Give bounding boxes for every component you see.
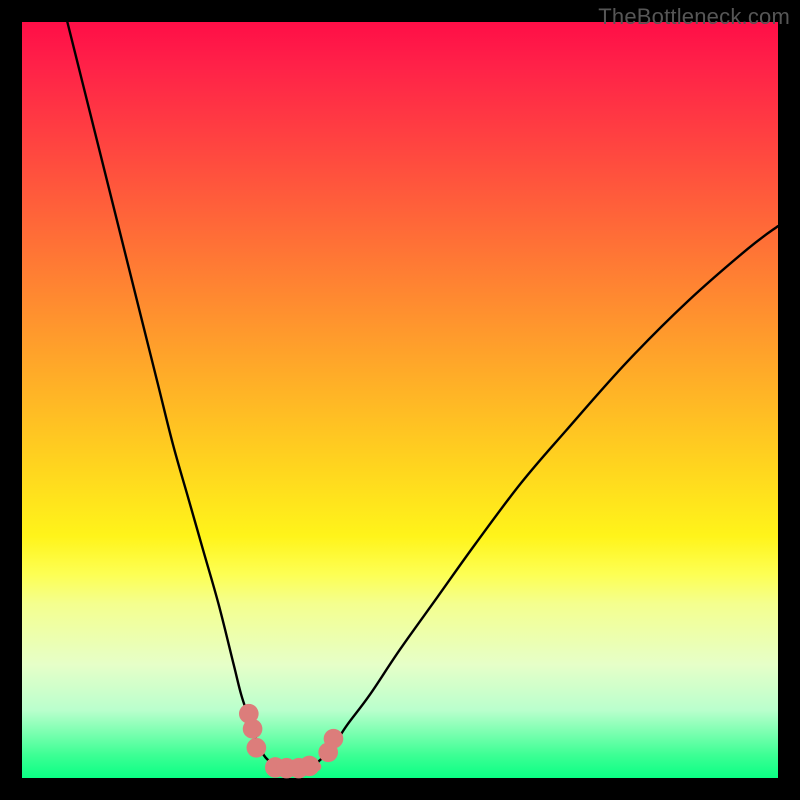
plot-area (22, 22, 778, 778)
watermark-text: TheBottleneck.com (598, 4, 790, 30)
curve-markers (239, 704, 343, 778)
curve-marker (243, 719, 263, 739)
bottleneck-curve-svg (22, 22, 778, 778)
curve-marker (247, 738, 267, 758)
bottleneck-curve (67, 22, 778, 768)
curve-marker (299, 756, 319, 776)
chart-frame: TheBottleneck.com (0, 0, 800, 800)
curve-marker (324, 729, 344, 749)
